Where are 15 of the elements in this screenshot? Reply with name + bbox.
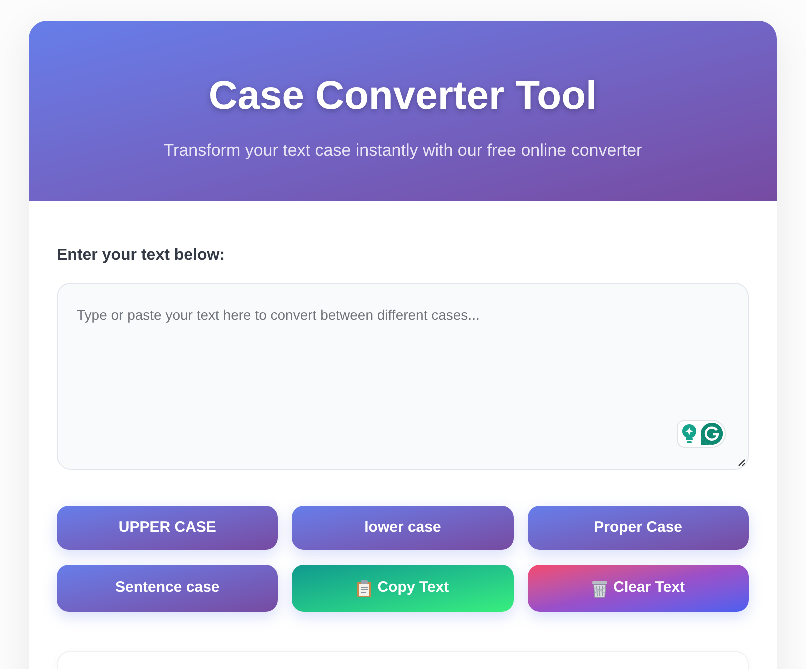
assistant-widget[interactable] — [677, 420, 726, 448]
clipboard-icon — [356, 580, 372, 598]
resize-handle-icon[interactable] — [738, 459, 746, 467]
text-input-field[interactable]: Type or paste your text here to convert between different cases... — [57, 283, 749, 470]
page-subtitle: Transform your text case instantly with our free online converter — [164, 140, 642, 162]
clear-text-button[interactable]: Clear Text — [528, 565, 749, 612]
input-label: Enter your text below: — [57, 246, 226, 266]
trash-can-icon — [592, 580, 608, 598]
convert-case-button[interactable]: lower case — [292, 506, 514, 550]
convert-case-button[interactable]: Sentence case — [57, 565, 278, 612]
letter-g-icon — [701, 423, 723, 445]
lightbulb-icon — [682, 424, 697, 444]
convert-case-button[interactable]: UPPER CASE — [57, 506, 278, 550]
convert-case-button[interactable]: Proper Case — [528, 506, 749, 550]
page-title: Case Converter Tool — [208, 73, 598, 120]
